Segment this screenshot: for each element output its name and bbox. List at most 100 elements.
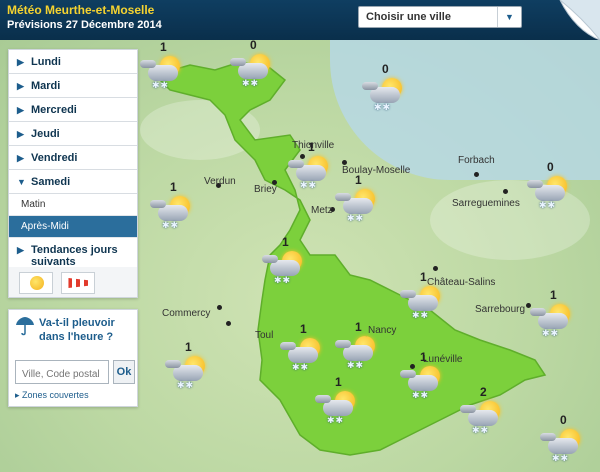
city-sarrebourg: Sarrebourg — [475, 304, 526, 315]
view-toggle-row — [9, 267, 137, 297]
city-forbach: Forbach — [458, 155, 495, 166]
cloud-icon — [400, 290, 416, 298]
chevron-down-icon[interactable]: ▼ — [497, 7, 521, 27]
weather-marker[interactable]: 1 ✱✱ — [335, 320, 379, 372]
city-toul: Toul — [255, 330, 274, 341]
snow-icon: ✱✱ — [152, 80, 170, 90]
zones-link[interactable]: ▸ Zones couvertes — [15, 390, 89, 401]
weather-marker[interactable]: 1 ✱✱ — [530, 288, 574, 340]
forecast-value: 1 — [355, 173, 362, 187]
cloud-icon — [460, 405, 476, 413]
city-briey: Briey — [254, 184, 277, 195]
weather-marker[interactable]: 1 ✱✱ — [400, 270, 444, 322]
forecast-value: 1 — [420, 350, 427, 364]
city-dot — [226, 321, 231, 326]
snow-icon: ✱✱ — [412, 390, 430, 400]
weather-marker[interactable]: 1 ✱✱ — [150, 180, 194, 232]
weather-marker[interactable]: 1 ✱✱ — [165, 340, 209, 392]
sun-icon — [30, 276, 44, 290]
city-boulay-moselle: Boulay-Moselle — [342, 165, 411, 176]
triangle-right-icon: ▶ — [17, 153, 24, 163]
location-input[interactable] — [15, 360, 109, 384]
forecast-value: 0 — [250, 40, 257, 52]
triangle-right-icon: ▶ — [17, 57, 24, 67]
cloud-icon — [335, 340, 351, 348]
weather-marker[interactable]: 1 ✱✱ — [280, 322, 324, 374]
day-item-vendredi[interactable]: ▶ Vendredi — [9, 146, 137, 170]
cloud-icon — [140, 60, 156, 68]
day-label: Mardi — [31, 80, 61, 92]
forecast-value: 0 — [382, 62, 389, 76]
cloud-icon — [530, 308, 546, 316]
triangle-right-icon: ▶ — [17, 129, 24, 139]
forecast-value: 2 — [480, 385, 487, 399]
triangle-down-icon: ▼ — [17, 177, 26, 187]
weather-marker[interactable]: 1 ✱✱ — [400, 350, 444, 402]
city-metz: Metz — [311, 205, 333, 216]
city-select[interactable]: Choisir une ville ▼ — [358, 6, 522, 28]
day-item-jeudi[interactable]: ▶ Jeudi — [9, 122, 137, 146]
city-dot — [503, 189, 508, 194]
snow-icon: ✱✱ — [274, 275, 292, 285]
triangle-right-icon: ▶ — [17, 81, 24, 91]
snow-icon: ✱✱ — [412, 310, 430, 320]
city-sarreguemines: Sarreguemines — [452, 198, 520, 209]
snow-icon: ✱✱ — [162, 220, 180, 230]
period-apres-midi[interactable]: Après-Midi — [9, 216, 137, 238]
weather-marker[interactable]: 1 ✱✱ — [315, 375, 359, 427]
city-dot — [217, 305, 222, 310]
cloud-icon — [540, 433, 556, 441]
forecast-value: 0 — [547, 160, 554, 174]
forecast-value: 1 — [300, 322, 307, 336]
snow-icon: ✱✱ — [242, 78, 260, 88]
header: Météo Meurthe-et-Moselle Prévisions 27 D… — [0, 0, 600, 40]
weather-marker[interactable]: 0 ✱✱ — [527, 160, 571, 212]
snow-icon: ✱✱ — [292, 362, 310, 372]
city-dot — [433, 266, 438, 271]
zones-label[interactable]: Zones couvertes — [22, 390, 89, 400]
weather-marker[interactable]: 2 ✱✱ — [460, 385, 504, 437]
page-title: Météo Meurthe-et-Moselle — [7, 3, 155, 17]
sun-view-button[interactable] — [19, 272, 53, 294]
forecast-value: 1 — [420, 270, 427, 284]
forecast-value: 1 — [335, 375, 342, 389]
day-label: Vendredi — [31, 152, 78, 164]
period-matin[interactable]: Matin — [9, 194, 137, 216]
snow-icon: ✱✱ — [347, 360, 365, 370]
triangle-right-icon: ▶ — [17, 105, 24, 115]
wind-view-button[interactable] — [61, 272, 96, 294]
weather-marker[interactable]: 0 ✱✱ — [540, 413, 584, 465]
cloud-icon — [165, 360, 181, 368]
cloud-icon — [230, 58, 246, 66]
forecast-value: 1 — [160, 40, 167, 54]
snow-icon: ✱✱ — [374, 102, 392, 112]
forecast-value: 1 — [550, 288, 557, 302]
day-label: Samedi — [31, 176, 71, 188]
day-item-mercredi[interactable]: ▶ Mercredi — [9, 98, 137, 122]
cloud-icon — [527, 180, 543, 188]
trends-label: Tendances jours suivants — [31, 244, 118, 268]
weather-marker[interactable]: 0 ✱✱ — [362, 62, 406, 114]
weather-marker[interactable]: 1 ✱✱ — [262, 235, 306, 287]
day-item-samedi[interactable]: ▼ Samedi — [9, 170, 137, 194]
snow-icon: ✱✱ — [472, 425, 490, 435]
cloud-icon — [315, 395, 331, 403]
city-verdun: Verdun — [204, 176, 236, 187]
snow-icon: ✱✱ — [327, 415, 345, 425]
forecast-value: 1 — [282, 235, 289, 249]
weather-marker[interactable]: 1 ✱✱ — [335, 173, 379, 225]
forecast-value: 1 — [185, 340, 192, 354]
city-commercy: Commercy — [162, 308, 211, 319]
weather-marker[interactable]: 1 ✱✱ — [288, 140, 332, 192]
ok-button[interactable]: Ok — [113, 360, 135, 384]
forecast-date: Prévisions 27 Décembre 2014 — [7, 19, 162, 31]
day-label: Lundi — [31, 56, 61, 68]
day-sidebar: ▶ Lundi ▶ Mardi ▶ Mercredi ▶ Jeudi ▶ Ven… — [8, 49, 138, 298]
day-item-mardi[interactable]: ▶ Mardi — [9, 74, 137, 98]
snow-icon: ✱✱ — [542, 328, 560, 338]
weather-marker[interactable]: 0 ✱✱ — [230, 40, 274, 90]
cloud-icon — [362, 82, 378, 90]
page-curl — [559, 0, 600, 41]
day-item-lundi[interactable]: ▶ Lundi — [9, 50, 137, 74]
weather-marker[interactable]: 1 ✱✱ — [140, 40, 184, 92]
